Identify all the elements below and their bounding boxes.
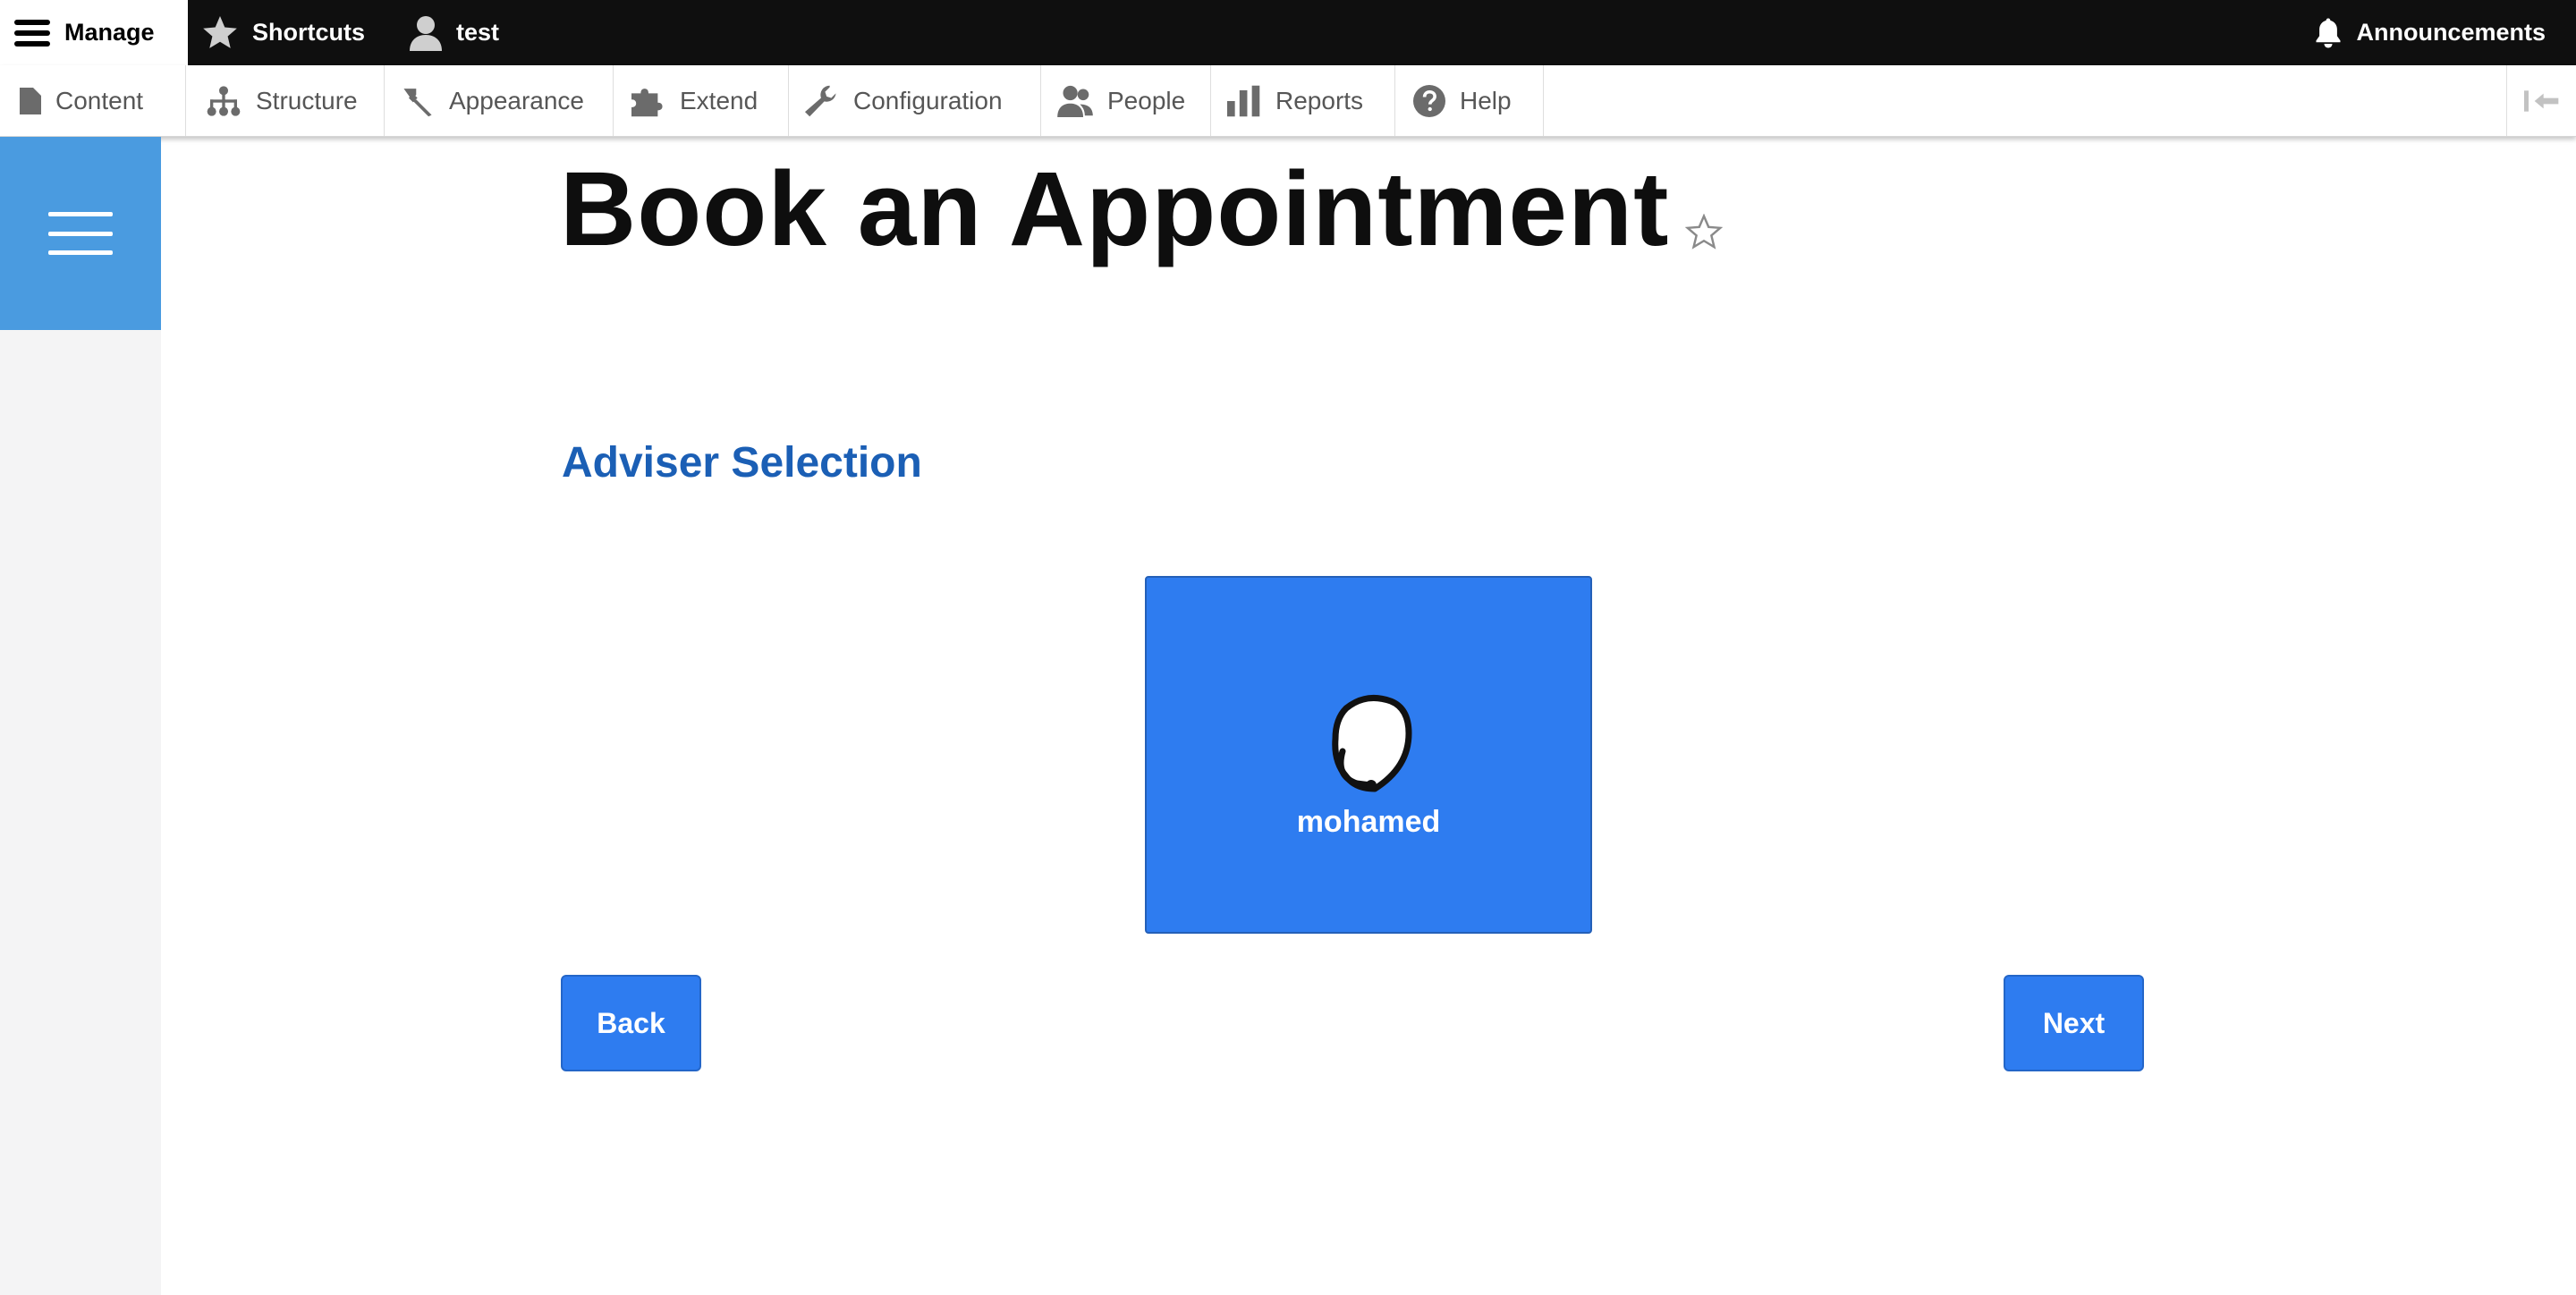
tray-item-label: Structure	[256, 86, 358, 114]
wrench-icon	[805, 85, 836, 116]
sitemap-icon	[207, 85, 241, 116]
page-title: Book an Appointment	[560, 150, 1670, 268]
paintbrush-icon	[403, 88, 432, 116]
tray-item-appearance[interactable]: Appearance	[385, 65, 614, 136]
back-button[interactable]: Back	[561, 975, 701, 1071]
tray-item-reports[interactable]: Reports	[1211, 65, 1395, 136]
tray-item-label: Reports	[1275, 86, 1364, 114]
user-tab[interactable]: test	[410, 0, 499, 65]
announcements-tab[interactable]: Announcements	[2315, 0, 2546, 65]
announcements-label: Announcements	[2356, 19, 2546, 46]
manage-tab[interactable]: Manage	[0, 0, 188, 65]
collapse-left-icon	[2523, 89, 2558, 112]
tray-item-help[interactable]: Help	[1395, 65, 1544, 136]
section-title: Adviser Selection	[562, 439, 922, 487]
star-filled-icon	[203, 15, 237, 48]
tray-item-label: Help	[1460, 86, 1512, 114]
hamburger-icon	[14, 19, 50, 47]
menu-icon	[48, 212, 113, 255]
tray-item-label: People	[1107, 86, 1186, 114]
adviser-name: mohamed	[1296, 804, 1441, 839]
left-sidebar	[0, 137, 161, 1295]
adviser-avatar-icon	[1332, 694, 1412, 791]
tray-item-structure[interactable]: Structure	[186, 65, 385, 136]
tray-item-label: Appearance	[449, 86, 585, 114]
adviser-card[interactable]: mohamed	[1145, 576, 1592, 934]
next-button[interactable]: Next	[2004, 975, 2144, 1071]
file-icon	[20, 87, 41, 114]
admin-toolbar: Manage Shortcuts test Announcements	[0, 0, 2576, 65]
tray-item-people[interactable]: People	[1041, 65, 1211, 136]
shortcuts-tab[interactable]: Shortcuts	[202, 0, 365, 65]
add-shortcut-star-icon[interactable]	[1685, 214, 1724, 250]
help-icon	[1413, 84, 1445, 117]
page-header: Book an Appointment	[560, 150, 1724, 268]
tray-item-label: Extend	[680, 86, 758, 114]
admin-tray: Content Structure Appearance Extend Conf…	[0, 65, 2576, 137]
user-icon	[410, 15, 442, 51]
tray-item-label: Configuration	[853, 86, 1003, 114]
tray-orientation-toggle[interactable]	[2506, 65, 2576, 136]
shortcuts-label: Shortcuts	[252, 19, 366, 46]
puzzle-icon	[631, 88, 663, 116]
user-label: test	[456, 19, 500, 46]
bell-icon	[2316, 18, 2341, 47]
bar-chart-icon	[1227, 85, 1260, 116]
tray-item-extend[interactable]: Extend	[614, 65, 789, 136]
people-icon	[1057, 85, 1093, 117]
tray-item-content[interactable]: Content	[0, 65, 186, 136]
tray-item-label: Content	[55, 86, 144, 114]
manage-label: Manage	[64, 19, 155, 46]
menu-toggle-button[interactable]	[0, 137, 161, 330]
tray-item-configuration[interactable]: Configuration	[789, 65, 1041, 136]
